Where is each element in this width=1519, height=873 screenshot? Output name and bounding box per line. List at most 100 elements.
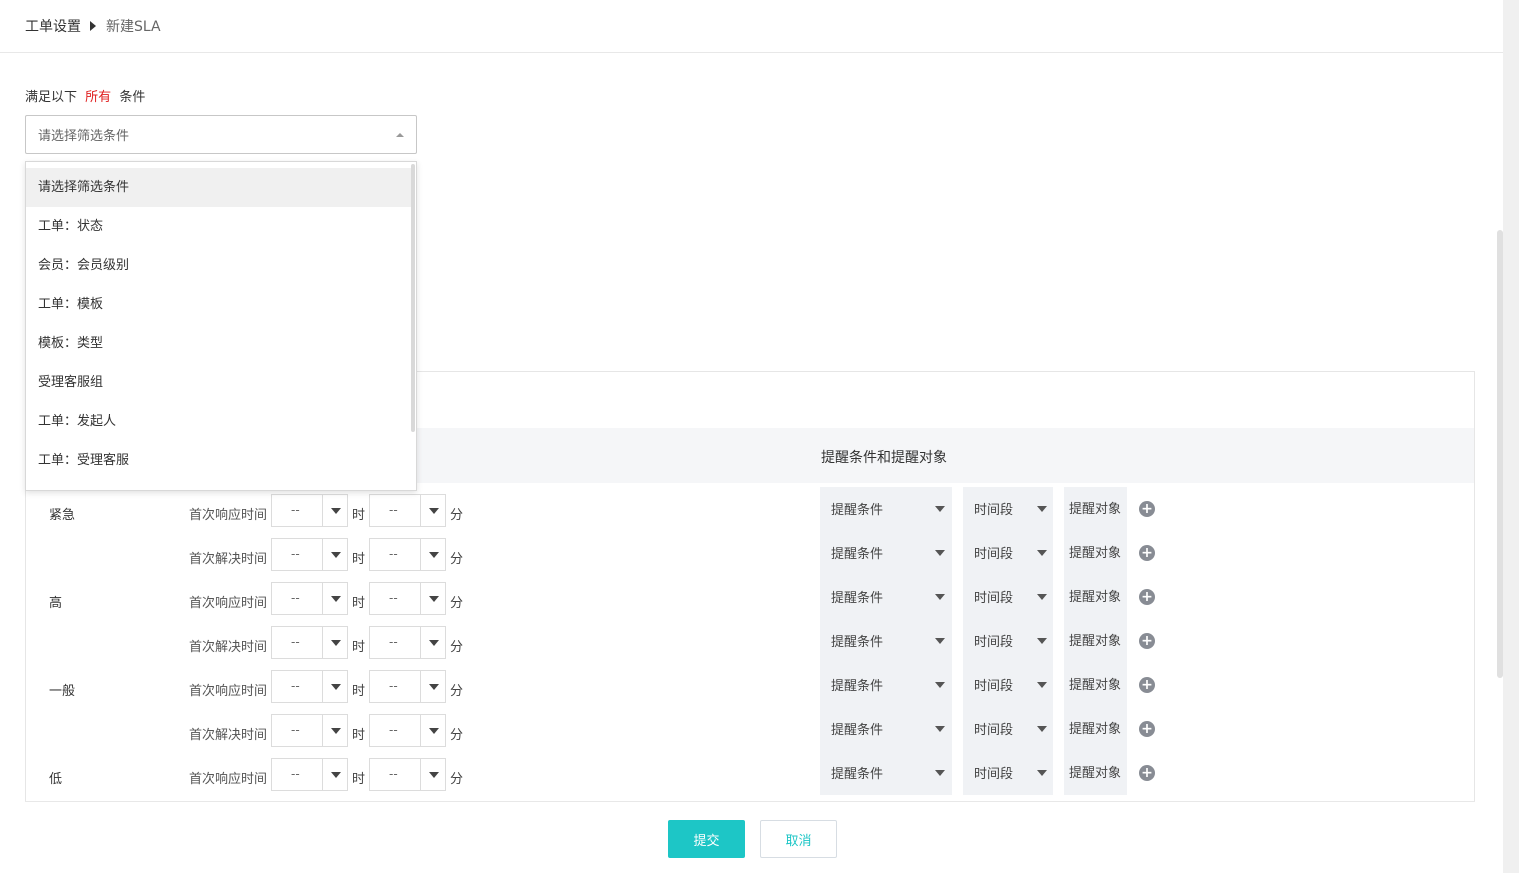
caret-down-icon <box>935 638 945 644</box>
footer-divider <box>25 801 1475 802</box>
select-divider <box>322 539 323 570</box>
caret-down-icon <box>935 594 945 600</box>
sla-page: 工单设置 新建SLA 满足以下 所有 条件 请选择筛选条件 请选择筛选条件 工单：… <box>0 0 1503 873</box>
minute-select[interactable]: -- <box>369 494 446 527</box>
remind-condition-select[interactable]: 提醒条件 <box>820 619 952 663</box>
time-period-select[interactable]: 时间段 <box>963 619 1053 663</box>
select-divider <box>420 671 421 702</box>
add-circle-icon[interactable]: + <box>1139 545 1155 561</box>
condition-emphasis: 所有 <box>85 90 112 105</box>
dropdown-option[interactable]: 工单：受理客服 <box>26 441 412 480</box>
time-period-select[interactable]: 时间段 <box>963 531 1053 575</box>
filter-condition-placeholder: 请选择筛选条件 <box>38 129 130 144</box>
filter-condition-dropdown: 请选择筛选条件 工单：状态 会员：会员级别 工单：模板 模板：类型 受理客服组 工单：发起人… <box>25 161 417 491</box>
time-period-select[interactable]: 时间段 <box>963 751 1053 795</box>
remind-target-button[interactable]: 提醒对象 <box>1064 663 1127 707</box>
minute-select[interactable]: -- <box>369 582 446 615</box>
hour-value: -- <box>291 723 300 737</box>
caret-down-icon <box>935 550 945 556</box>
dropdown-option[interactable]: 受理客服组 <box>26 363 412 402</box>
caret-down-icon <box>429 640 439 646</box>
time-type-label: 首次响应时间 <box>189 772 268 787</box>
filter-condition-select[interactable]: 请选择筛选条件 <box>25 115 417 154</box>
page-scrollbar[interactable] <box>1497 230 1503 678</box>
remind-condition-value: 提醒条件 <box>831 679 884 694</box>
time-type-label: 首次响应时间 <box>189 596 268 611</box>
minute-value: -- <box>389 767 398 781</box>
hour-select[interactable]: -- <box>271 582 348 615</box>
hour-value: -- <box>291 635 300 649</box>
hour-value: -- <box>291 503 300 517</box>
add-circle-icon[interactable]: + <box>1139 633 1155 649</box>
dropdown-option[interactable]: 会员：会员级别 <box>26 246 412 285</box>
caret-down-icon <box>935 726 945 732</box>
minute-value: -- <box>389 679 398 693</box>
remind-target-button[interactable]: 提醒对象 <box>1064 531 1127 575</box>
remind-condition-select[interactable]: 提醒条件 <box>820 751 952 795</box>
breadcrumb-parent[interactable]: 工单设置 <box>25 16 81 36</box>
select-divider <box>322 627 323 658</box>
caret-down-icon <box>429 552 439 558</box>
hour-select[interactable]: -- <box>271 494 348 527</box>
remind-condition-select[interactable]: 提醒条件 <box>820 531 952 575</box>
add-circle-icon[interactable]: + <box>1139 765 1155 781</box>
select-divider <box>420 759 421 790</box>
remind-condition-select[interactable]: 提醒条件 <box>820 487 952 531</box>
time-period-select[interactable]: 时间段 <box>963 663 1053 707</box>
caret-up-icon <box>396 132 404 137</box>
time-period-select[interactable]: 时间段 <box>963 575 1053 619</box>
select-divider <box>420 539 421 570</box>
remind-condition-select[interactable]: 提醒条件 <box>820 663 952 707</box>
dropdown-option[interactable]: 工单：发起人 <box>26 402 412 441</box>
table-row: 低 首次响应时间 -- 时 -- 分 提醒条件 时间段 提醒对象 + <box>26 751 1474 795</box>
add-circle-icon[interactable]: + <box>1139 721 1155 737</box>
minute-select[interactable]: -- <box>369 626 446 659</box>
dropdown-option[interactable]: 工单：模板 <box>26 285 412 324</box>
add-circle-icon[interactable]: + <box>1139 501 1155 517</box>
select-divider <box>420 627 421 658</box>
remind-target-button[interactable]: 提醒对象 <box>1064 575 1127 619</box>
time-type-label: 首次解决时间 <box>189 728 268 743</box>
remind-condition-select[interactable]: 提醒条件 <box>820 707 952 751</box>
minute-select[interactable]: -- <box>369 714 446 747</box>
hour-select[interactable]: -- <box>271 758 348 791</box>
hour-select[interactable]: -- <box>271 626 348 659</box>
hour-unit: 时 <box>352 640 366 655</box>
time-type-label: 首次响应时间 <box>189 684 268 699</box>
time-period-select[interactable]: 时间段 <box>963 707 1053 751</box>
hour-unit: 时 <box>352 684 366 699</box>
add-circle-icon[interactable]: + <box>1139 677 1155 693</box>
minute-select[interactable]: -- <box>369 670 446 703</box>
caret-down-icon <box>331 552 341 558</box>
minute-select[interactable]: -- <box>369 538 446 571</box>
add-circle-icon[interactable]: + <box>1139 589 1155 605</box>
hour-select[interactable]: -- <box>271 538 348 571</box>
cancel-button[interactable]: 取消 <box>760 820 837 858</box>
remind-condition-value: 提醒条件 <box>831 767 884 782</box>
hour-select[interactable]: -- <box>271 670 348 703</box>
minute-value: -- <box>389 503 398 517</box>
dropdown-option[interactable]: 请选择筛选条件 <box>26 168 412 207</box>
remind-target-button[interactable]: 提醒对象 <box>1064 751 1127 795</box>
hour-value: -- <box>291 547 300 561</box>
select-divider <box>420 583 421 614</box>
caret-down-icon <box>429 508 439 514</box>
remind-condition-value: 提醒条件 <box>831 547 884 562</box>
breadcrumb-current: 新建SLA <box>106 19 161 35</box>
time-period-select[interactable]: 时间段 <box>963 487 1053 531</box>
dropdown-option[interactable]: 模板：类型 <box>26 324 412 363</box>
remind-target-button[interactable]: 提醒对象 <box>1064 619 1127 663</box>
remind-target-button[interactable]: 提醒对象 <box>1064 487 1127 531</box>
remind-target-button[interactable]: 提醒对象 <box>1064 707 1127 751</box>
dropdown-scrollbar[interactable] <box>411 164 415 432</box>
table-row: 首次解决时间 -- 时 -- 分 提醒条件 时间段 提醒对象 + <box>26 619 1474 663</box>
dropdown-option[interactable]: 工单：状态 <box>26 207 412 246</box>
submit-button[interactable]: 提交 <box>668 820 745 858</box>
hour-select[interactable]: -- <box>271 714 348 747</box>
caret-down-icon <box>429 596 439 602</box>
minute-select[interactable]: -- <box>369 758 446 791</box>
minute-unit: 分 <box>450 728 464 743</box>
caret-down-icon <box>429 728 439 734</box>
caret-down-icon <box>331 596 341 602</box>
remind-condition-select[interactable]: 提醒条件 <box>820 575 952 619</box>
